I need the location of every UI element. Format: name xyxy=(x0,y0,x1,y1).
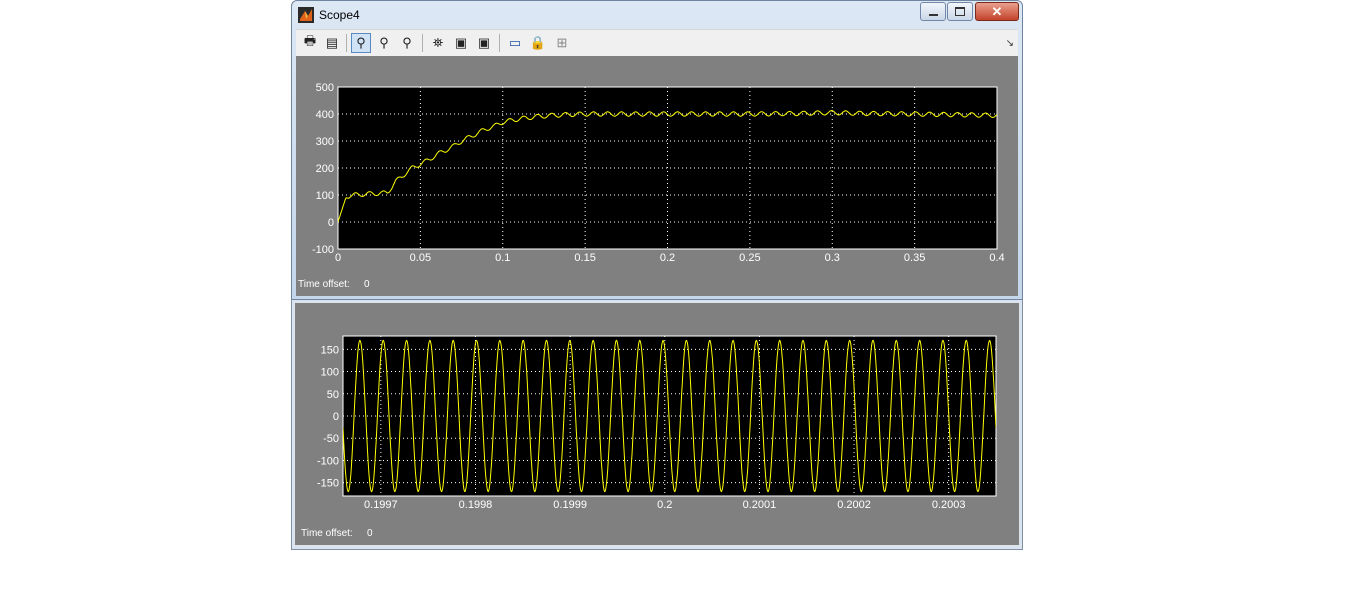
x-tick-label: 0.3 xyxy=(825,252,840,264)
print-icon: 🖶 xyxy=(303,33,317,48)
matlab-icon xyxy=(298,7,314,23)
y-tick-label: -50 xyxy=(323,433,339,445)
title-bar[interactable]: Scope4 ✕ xyxy=(292,1,1022,29)
zoom-button[interactable]: ⚲ xyxy=(351,33,371,53)
close-icon: ✕ xyxy=(991,3,1003,19)
y-tick-label: 200 xyxy=(316,163,334,175)
y-tick-label: 50 xyxy=(327,389,339,401)
x-tick-label: 0.4 xyxy=(989,252,1004,264)
x-tick-label: 0.05 xyxy=(410,252,431,264)
save-axes-icon: ▣ xyxy=(454,35,468,50)
close-button[interactable]: ✕ xyxy=(975,2,1019,21)
scope-window[interactable]: Scope4 ✕ 🖶 ▤ ⚲ ⚲ ⚲ ⛯ ▣ ▣ ▭ 🔒 ⊞ ↘ 0 0.05 0.… xyxy=(291,0,1023,300)
floating-scope-icon: ▭ xyxy=(508,35,522,50)
dock-arrow-icon[interactable]: ↘ xyxy=(1006,38,1014,49)
autoscale-button[interactable]: ⛯ xyxy=(428,33,448,53)
x-tick-label: 0.25 xyxy=(739,252,760,264)
y-tick-label: -100 xyxy=(312,244,334,256)
restore-axes-icon: ▣ xyxy=(477,35,491,50)
zoom-y-button[interactable]: ⚲ xyxy=(397,33,417,53)
x-tick-label: 0.15 xyxy=(574,252,595,264)
maximize-button[interactable] xyxy=(947,2,973,21)
x-tick-label: 0.2002 xyxy=(837,499,871,511)
autoscale-icon: ⛯ xyxy=(432,35,444,50)
zoom-x-button[interactable]: ⚲ xyxy=(374,33,394,53)
lock-axes-button[interactable]: 🔒 xyxy=(528,33,548,53)
signal-selector-button[interactable]: ⊞ xyxy=(552,33,572,53)
toolbar-separator xyxy=(346,34,347,52)
minimize-button[interactable] xyxy=(920,2,946,21)
print-button[interactable]: 🖶 xyxy=(300,33,320,53)
y-tick-label: 100 xyxy=(316,190,334,202)
floating-scope-button[interactable]: ▭ xyxy=(505,33,525,53)
time-offset-label-1: Time offset: xyxy=(298,279,350,290)
plot-axes xyxy=(342,335,997,497)
zoom-y-icon: ⚲ xyxy=(402,35,412,50)
signal-selector-icon: ⊞ xyxy=(556,35,568,50)
parameters-button[interactable]: ▤ xyxy=(322,33,342,53)
y-tick-label: -150 xyxy=(317,478,339,490)
x-tick-label: 0.1 xyxy=(495,252,510,264)
x-tick-label: 0.1997 xyxy=(364,499,398,511)
window-title: Scope4 xyxy=(319,8,360,22)
x-tick-label: 0.2003 xyxy=(932,499,966,511)
y-tick-label: 0 xyxy=(333,411,339,423)
save-axes-button[interactable]: ▣ xyxy=(451,33,471,53)
y-tick-label: 500 xyxy=(316,82,334,94)
zoom-icon: ⚲ xyxy=(356,35,366,50)
dc-voltage-chart: 0 0.05 0.1 0.15 0.2 0.25 0.3 0.35 0.4-1000100200… xyxy=(312,82,1005,264)
y-tick-label: 300 xyxy=(316,136,334,148)
y-tick-label: 100 xyxy=(321,367,339,379)
restore-axes-button[interactable]: ▣ xyxy=(474,33,494,53)
scope-toolbar: 🖶 ▤ ⚲ ⚲ ⚲ ⛯ ▣ ▣ ▭ 🔒 ⊞ ↘ xyxy=(296,29,1018,57)
y-tick-label: 400 xyxy=(316,109,334,121)
x-tick-label: 0.2 xyxy=(660,252,675,264)
toolbar-separator xyxy=(499,34,500,52)
time-offset-value-2: 0 xyxy=(367,528,373,539)
lock-axes-icon: 🔒 xyxy=(529,35,547,50)
scope-plot-frame: 0 0.05 0.1 0.15 0.2 0.25 0.3 0.35 0.4 -100 0 100 200… xyxy=(296,56,1018,296)
y-tick-label: 0 xyxy=(328,217,334,229)
ac-voltage-chart: 0.1997 0.1998 0.1999 0.2 0.2001 0.2002 0.2003 -… xyxy=(317,335,997,511)
x-tick-label: 0 xyxy=(335,252,341,264)
scope-plot-frame: 0.1997 0.1998 0.1999 0.2 0.2001 0.2002 0.2003 -… xyxy=(295,303,1019,545)
minimize-icon xyxy=(928,13,938,16)
toolbar-separator xyxy=(422,34,423,52)
parameters-icon: ▤ xyxy=(325,35,339,50)
x-tick-label: 0.1999 xyxy=(553,499,587,511)
x-tick-label: 0.1998 xyxy=(459,499,493,511)
x-tick-label: 0.2 xyxy=(657,499,672,511)
time-offset-value-1: 0 xyxy=(364,279,370,290)
scope-window-secondary: 0.1997 0.1998 0.1999 0.2 0.2001 0.2002 0.2003 -… xyxy=(291,299,1023,550)
x-tick-label: 0.2001 xyxy=(743,499,777,511)
time-offset-label-2: Time offset: xyxy=(301,528,353,539)
x-tick-label: 0.35 xyxy=(904,252,925,264)
restore-icon xyxy=(955,7,965,16)
zoom-x-icon: ⚲ xyxy=(379,35,389,50)
y-tick-label: 150 xyxy=(321,344,339,356)
y-tick-label: -100 xyxy=(317,455,339,467)
